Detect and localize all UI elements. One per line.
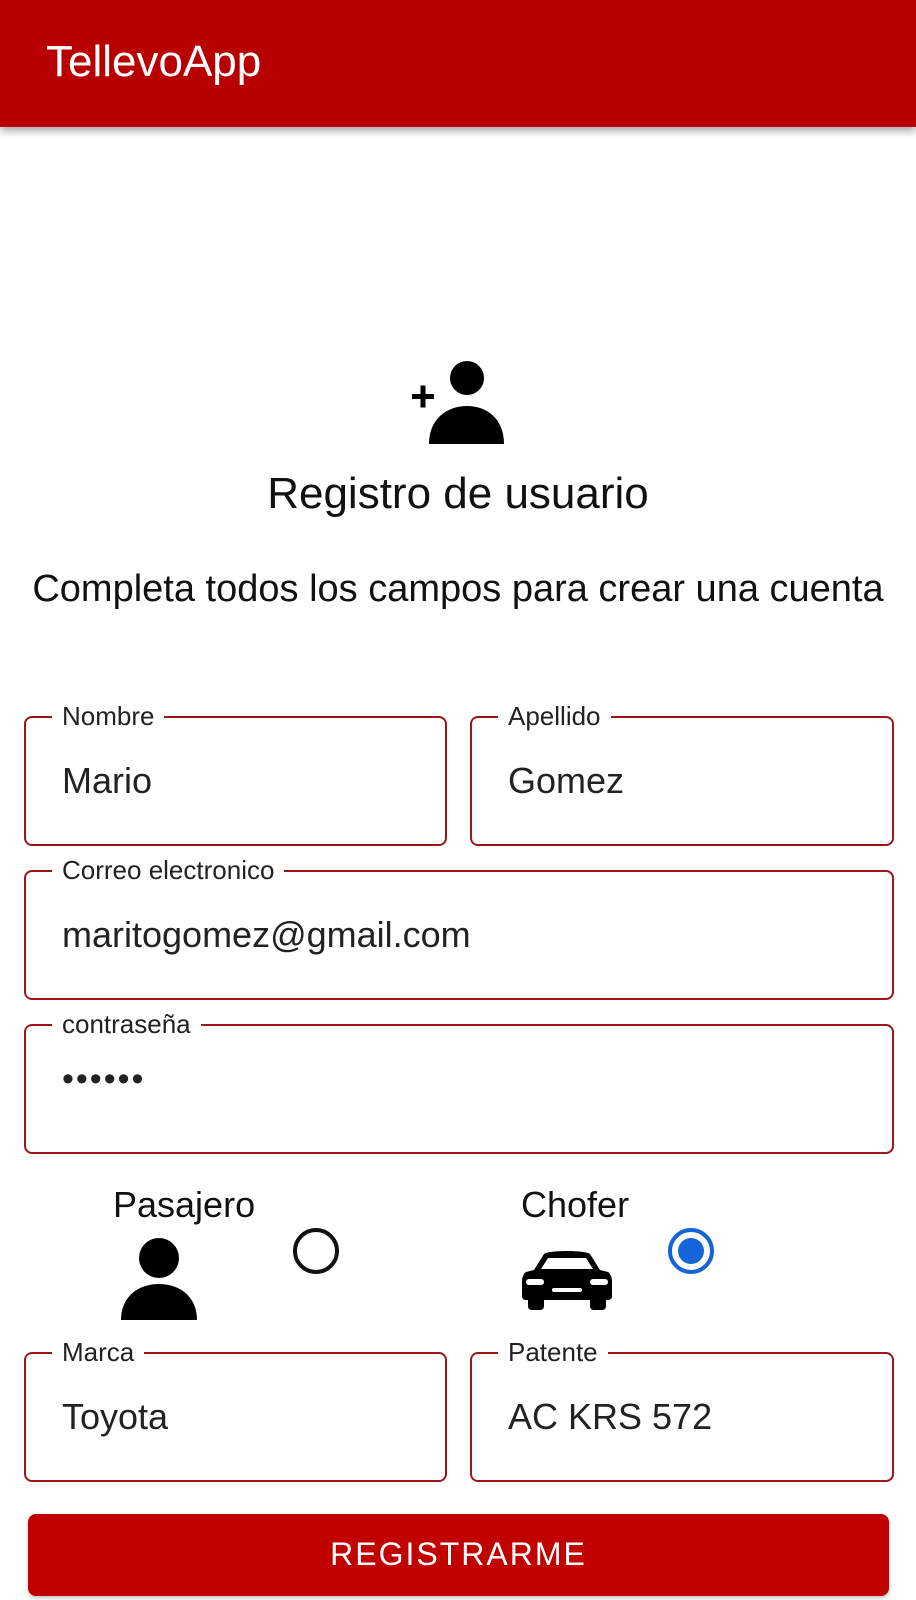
- patente-field[interactable]: Patente AC KRS 572: [470, 1336, 894, 1482]
- apellido-value: Gomez: [508, 760, 625, 801]
- page-title: Registro de usuario: [267, 469, 649, 518]
- app-title: TellevoApp: [46, 37, 262, 86]
- email-label: Correo electronico: [52, 854, 285, 886]
- role-pasajero-label: Pasajero: [113, 1184, 256, 1225]
- password-value: ••••••: [62, 1060, 146, 1098]
- password-field[interactable]: contraseña ••••••: [24, 1008, 894, 1154]
- role-chofer-label: Chofer: [521, 1184, 630, 1225]
- nombre-field[interactable]: Nombre Mario: [24, 700, 447, 846]
- marca-label: Marca: [52, 1336, 145, 1368]
- person-add-icon: [412, 361, 504, 444]
- register-button[interactable]: REGISTRARME: [28, 1514, 889, 1596]
- nombre-label: Nombre: [52, 700, 165, 732]
- apellido-field[interactable]: Apellido Gomez: [470, 700, 894, 846]
- car-icon: [522, 1251, 612, 1310]
- app-bar: TellevoApp: [0, 0, 916, 127]
- marca-field[interactable]: Marca Toyota: [24, 1336, 447, 1482]
- email-field[interactable]: Correo electronico maritogomez@gmail.com: [24, 854, 894, 1000]
- marca-value: Toyota: [62, 1396, 169, 1437]
- role-chofer-radio[interactable]: [668, 1228, 714, 1274]
- page-subtitle: Completa todos los campos para crear una…: [32, 568, 884, 610]
- email-value: maritogomez@gmail.com: [62, 914, 471, 955]
- patente-value: AC KRS 572: [508, 1396, 713, 1437]
- password-label: contraseña: [52, 1008, 201, 1040]
- person-icon: [121, 1238, 197, 1320]
- nombre-value: Mario: [62, 760, 153, 801]
- role-pasajero-radio[interactable]: [293, 1228, 339, 1274]
- apellido-label: Apellido: [498, 700, 611, 732]
- patente-label: Patente: [498, 1336, 608, 1368]
